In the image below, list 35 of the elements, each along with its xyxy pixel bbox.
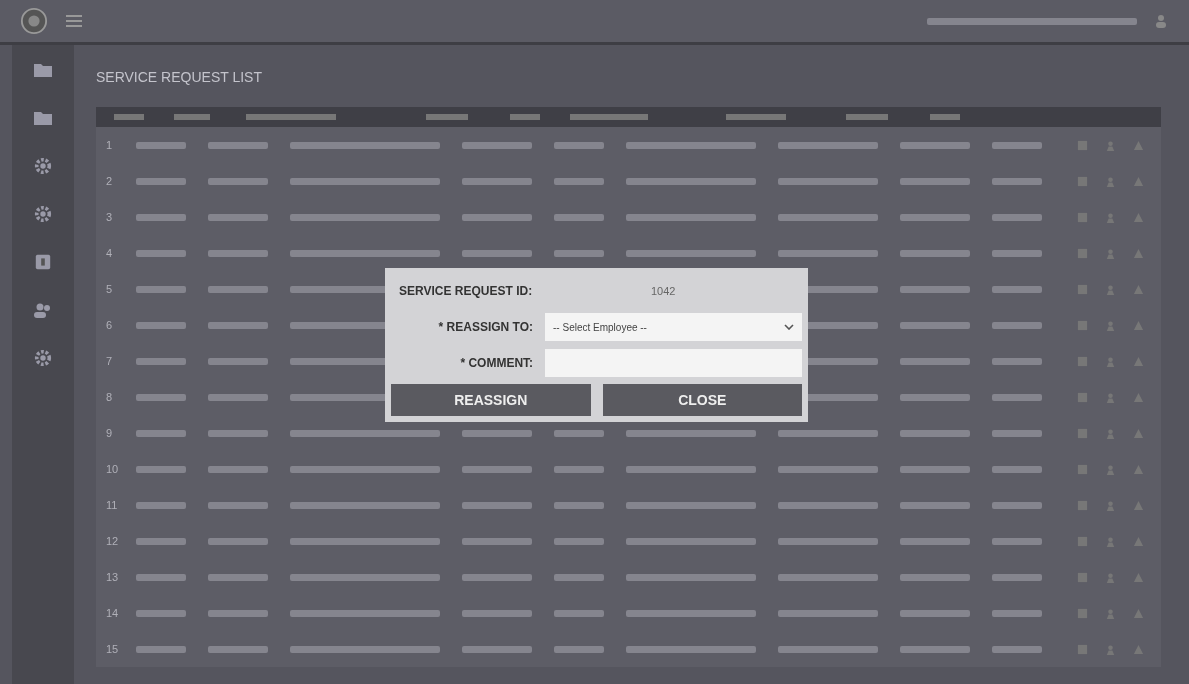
page-title: SERVICE REQUEST LIST bbox=[96, 68, 263, 87]
request-id: 1042 bbox=[651, 285, 676, 297]
menu-icon[interactable] bbox=[66, 15, 82, 27]
reassign-button[interactable]: REASSIGN bbox=[391, 384, 591, 416]
close-button[interactable]: CLOSE bbox=[602, 384, 802, 416]
folder-icon[interactable] bbox=[33, 61, 53, 79]
gear-icon[interactable] bbox=[33, 349, 53, 367]
row-number: 15 bbox=[105, 643, 120, 655]
row-number: 8 bbox=[105, 391, 114, 403]
gear-icon[interactable] bbox=[33, 157, 53, 175]
chevron-icon bbox=[784, 324, 794, 330]
row-number: 11 bbox=[105, 499, 119, 511]
row-number: 1 bbox=[105, 139, 114, 151]
user-icon[interactable] bbox=[1155, 14, 1167, 28]
row-number: 6 bbox=[105, 319, 114, 331]
field-label: * COMMENT: bbox=[459, 356, 535, 370]
box-icon[interactable] bbox=[33, 253, 53, 271]
users-icon[interactable] bbox=[33, 301, 53, 319]
gear-icon[interactable] bbox=[33, 205, 53, 223]
comment-field[interactable] bbox=[545, 349, 802, 377]
row-number: 2 bbox=[105, 175, 114, 187]
row-number: 3 bbox=[105, 211, 114, 223]
row-number: 4 bbox=[105, 247, 114, 259]
folder-icon[interactable] bbox=[33, 109, 53, 127]
row-number: 5 bbox=[105, 283, 114, 295]
row-number: 10 bbox=[105, 463, 120, 475]
employee-select[interactable]: -- Select Employee -- bbox=[545, 313, 802, 341]
field-label: SERVICE REQUEST ID: bbox=[398, 284, 534, 298]
row-number: 7 bbox=[105, 355, 114, 367]
field-label: * REASSIGN TO: bbox=[437, 320, 535, 334]
row-number: 14 bbox=[105, 607, 120, 619]
row-number: 9 bbox=[105, 427, 114, 439]
row-number: 13 bbox=[105, 571, 120, 583]
row-number: 12 bbox=[105, 535, 120, 547]
logo-icon bbox=[20, 7, 48, 35]
